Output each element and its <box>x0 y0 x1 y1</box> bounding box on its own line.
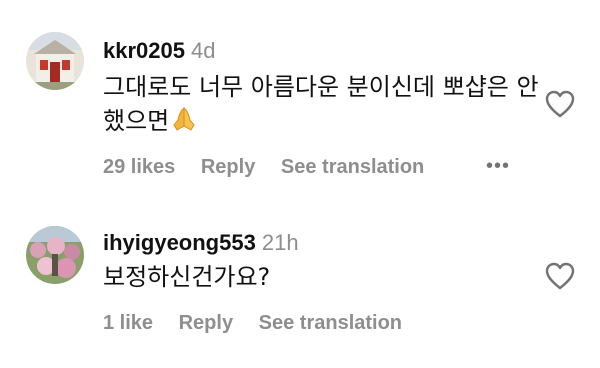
like-heart-icon[interactable] <box>545 90 575 118</box>
avatar[interactable] <box>26 226 84 284</box>
likes-count[interactable]: 1 like <box>103 312 153 334</box>
username[interactable]: ihyigyeong553 <box>103 230 256 255</box>
comment-header: ihyigyeong553 21h <box>103 230 299 256</box>
comment-actions: 1 like Reply See translation <box>103 311 422 335</box>
avatar[interactable] <box>26 32 84 90</box>
username[interactable]: kkr0205 <box>103 38 185 63</box>
comment-text: 보정하신건가요? <box>103 260 543 294</box>
like-heart-icon[interactable] <box>545 262 575 290</box>
comment-text: 그대로도 너무 아름다운 분이신데 뽀샵은 안했으면 <box>103 70 543 141</box>
reply-button[interactable]: Reply <box>179 312 233 334</box>
see-translation-button[interactable]: See translation <box>259 312 402 334</box>
more-options-icon[interactable]: ••• <box>486 155 510 178</box>
folded-hands-icon <box>170 106 198 141</box>
reply-button[interactable]: Reply <box>201 156 255 178</box>
comment-body: 그대로도 너무 아름다운 분이신데 뽀샵은 안했으면 <box>103 73 539 135</box>
comment-header: kkr0205 4d <box>103 38 215 64</box>
timestamp: 21h <box>261 230 299 255</box>
likes-count[interactable]: 29 likes <box>103 156 175 178</box>
comment-item: ihyigyeong553 21h 보정하신건가요? 1 like Reply S… <box>0 200 600 368</box>
comment-actions: 29 likes Reply See translation <box>103 155 444 179</box>
comment-item: kkr0205 4d 그대로도 너무 아름다운 분이신데 뽀샵은 안했으면 29 … <box>0 0 600 200</box>
timestamp: 4d <box>190 38 216 63</box>
see-translation-button[interactable]: See translation <box>281 156 424 178</box>
comment-body: 보정하신건가요? <box>103 263 271 291</box>
